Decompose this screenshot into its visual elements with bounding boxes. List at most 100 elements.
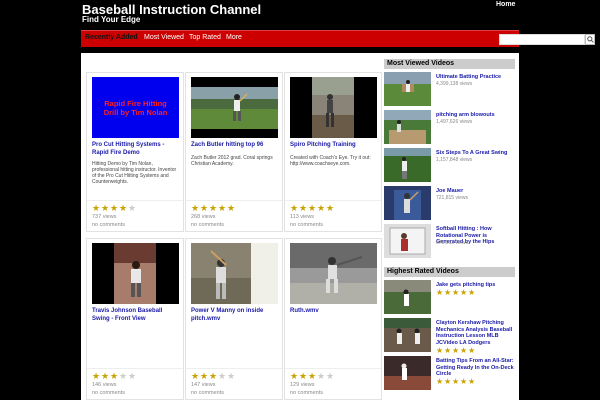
rating-stars[interactable]: ★ ★ ★ ★ ★ [290,372,335,381]
star-icon[interactable]: ★ [209,204,218,213]
rating-stars[interactable]: ★ ★ ★ ★ ★ [191,372,236,381]
sidebar-thumbnail[interactable] [384,148,431,182]
video-thumbnail[interactable] [290,77,377,138]
sidebar-thumbnail[interactable] [384,224,431,258]
star-icon[interactable]: ★ [290,372,299,381]
star-icon[interactable]: ★ [317,372,326,381]
video-thumbnail[interactable] [92,243,179,304]
sidebar-video-item[interactable]: Batting Tips From an All-Star: Getting R… [384,356,515,392]
nav-top-rated[interactable]: Top Rated [189,34,221,41]
star-icon[interactable]: ★ [218,372,227,381]
star-icon[interactable]: ★ [460,347,468,355]
star-icon[interactable]: ★ [326,372,335,381]
star-icon[interactable]: ★ [299,372,308,381]
star-icon[interactable]: ★ [460,378,468,386]
sidebar-thumbnail[interactable] [384,318,431,352]
star-icon[interactable]: ★ [444,347,452,355]
rating-stars[interactable]: ★ ★ ★ ★ ★ [92,372,137,381]
view-count: 737 views [92,214,117,220]
star-icon[interactable]: ★ [444,378,452,386]
star-icon[interactable]: ★ [317,204,326,213]
sidebar-video-item[interactable]: Clayton Kershaw Pitching Mechanics Analy… [384,318,515,355]
nav-recently-added[interactable]: Recently Added [85,34,138,41]
star-icon[interactable]: ★ [290,204,299,213]
rating-stars[interactable]: ★ ★ ★ ★ ★ [191,204,236,213]
video-thumbnail[interactable] [290,243,377,304]
sidebar-thumbnail[interactable] [384,72,431,106]
star-icon[interactable]: ★ [200,204,209,213]
nav-most-viewed[interactable]: Most Viewed [144,34,184,41]
star-icon[interactable]: ★ [436,347,444,355]
sidebar-thumbnail[interactable] [384,280,431,314]
sidebar-video-title[interactable]: Ultimate Batting Practice [436,74,514,81]
comment-count: no comments [290,222,324,228]
video-thumbnail[interactable] [191,243,278,304]
star-icon[interactable]: ★ [308,372,317,381]
star-icon[interactable]: ★ [436,289,444,297]
star-icon[interactable]: ★ [191,204,200,213]
sidebar-video-item[interactable]: Ultimate Batting Practice 4,399,138 view… [384,72,515,108]
star-icon[interactable]: ★ [452,378,460,386]
star-icon[interactable]: ★ [444,289,452,297]
star-icon[interactable]: ★ [468,378,476,386]
rating-stars[interactable]: ★ ★ ★ ★ ★ [436,378,476,386]
sidebar-video-title[interactable]: Joe Mauer [436,188,514,195]
video-title[interactable]: Ruth.wmv [290,308,378,316]
star-icon[interactable]: ★ [101,372,110,381]
star-icon[interactable]: ★ [227,204,236,213]
star-icon[interactable]: ★ [218,204,227,213]
sidebar-thumbnail[interactable] [384,356,431,390]
view-count: 146 views [92,382,117,388]
sidebar-video-title[interactable]: Six Steps To A Great Swing [436,150,514,157]
search-button[interactable] [585,34,595,45]
card-footer: ★ ★ ★ ★ ★ 147 views no comments [186,368,282,396]
rating-stars[interactable]: ★ ★ ★ ★ ★ [290,204,335,213]
sidebar-video-item[interactable]: Six Steps To A Great Swing 1,157,848 vie… [384,148,515,184]
star-icon[interactable]: ★ [92,372,101,381]
star-icon[interactable]: ★ [468,347,476,355]
star-icon[interactable]: ★ [110,204,119,213]
sidebar-video-item[interactable]: Softball Hitting : How Rotational Power … [384,224,515,260]
rating-stars[interactable]: ★ ★ ★ ★ ★ [436,289,476,297]
star-icon[interactable]: ★ [128,372,137,381]
video-thumbnail[interactable] [191,77,278,138]
star-icon[interactable]: ★ [209,372,218,381]
video-title[interactable]: Spiro Pitching Training [290,142,378,150]
sidebar-thumbnail[interactable] [384,186,431,220]
sidebar-video-item[interactable]: Jake gets pitching tips ★ ★ ★ ★ ★ [384,280,515,316]
sidebar-thumbnail[interactable] [384,110,431,144]
sidebar-video-title[interactable]: pitching arm blowouts [436,112,514,119]
star-icon[interactable]: ★ [227,372,236,381]
video-thumbnail[interactable]: Rapid Fire Hitting Drill by Tim Nolan [92,77,179,138]
star-icon[interactable]: ★ [460,289,468,297]
video-title[interactable]: Pro Cut Hitting Systems - Rapid Fire Dem… [92,142,180,157]
star-icon[interactable]: ★ [101,204,110,213]
star-icon[interactable]: ★ [128,204,137,213]
rating-stars[interactable]: ★ ★ ★ ★ ★ [436,347,476,355]
rating-stars[interactable]: ★ ★ ★ ★ ★ [92,204,137,213]
star-icon[interactable]: ★ [119,372,128,381]
page: Baseball Instruction Channel Find Your E… [0,0,600,400]
star-icon[interactable]: ★ [92,204,101,213]
star-icon[interactable]: ★ [110,372,119,381]
video-title[interactable]: Travis Johnson Baseball Swing - Front Vi… [92,308,180,323]
sidebar-video-title[interactable]: Clayton Kershaw Pitching Mechanics Analy… [436,320,514,346]
sidebar-video-title[interactable]: Batting Tips From an All-Star: Getting R… [436,358,514,378]
star-icon[interactable]: ★ [299,204,308,213]
star-icon[interactable]: ★ [452,347,460,355]
star-icon[interactable]: ★ [436,378,444,386]
sidebar-video-item[interactable]: pitching arm blowouts 1,497,626 views [384,110,515,146]
nav-more[interactable]: More [226,34,242,41]
video-title[interactable]: Power V Manny on inside pitch.wmv [191,308,279,323]
home-link[interactable]: Home [496,1,515,8]
star-icon[interactable]: ★ [308,204,317,213]
search-input[interactable] [499,34,585,45]
star-icon[interactable]: ★ [119,204,128,213]
video-title[interactable]: Zach Butler hitting top 96 [191,142,279,150]
star-icon[interactable]: ★ [326,204,335,213]
star-icon[interactable]: ★ [200,372,209,381]
sidebar-video-item[interactable]: Joe Mauer 721,815 views [384,186,515,222]
star-icon[interactable]: ★ [191,372,200,381]
star-icon[interactable]: ★ [468,289,476,297]
star-icon[interactable]: ★ [452,289,460,297]
